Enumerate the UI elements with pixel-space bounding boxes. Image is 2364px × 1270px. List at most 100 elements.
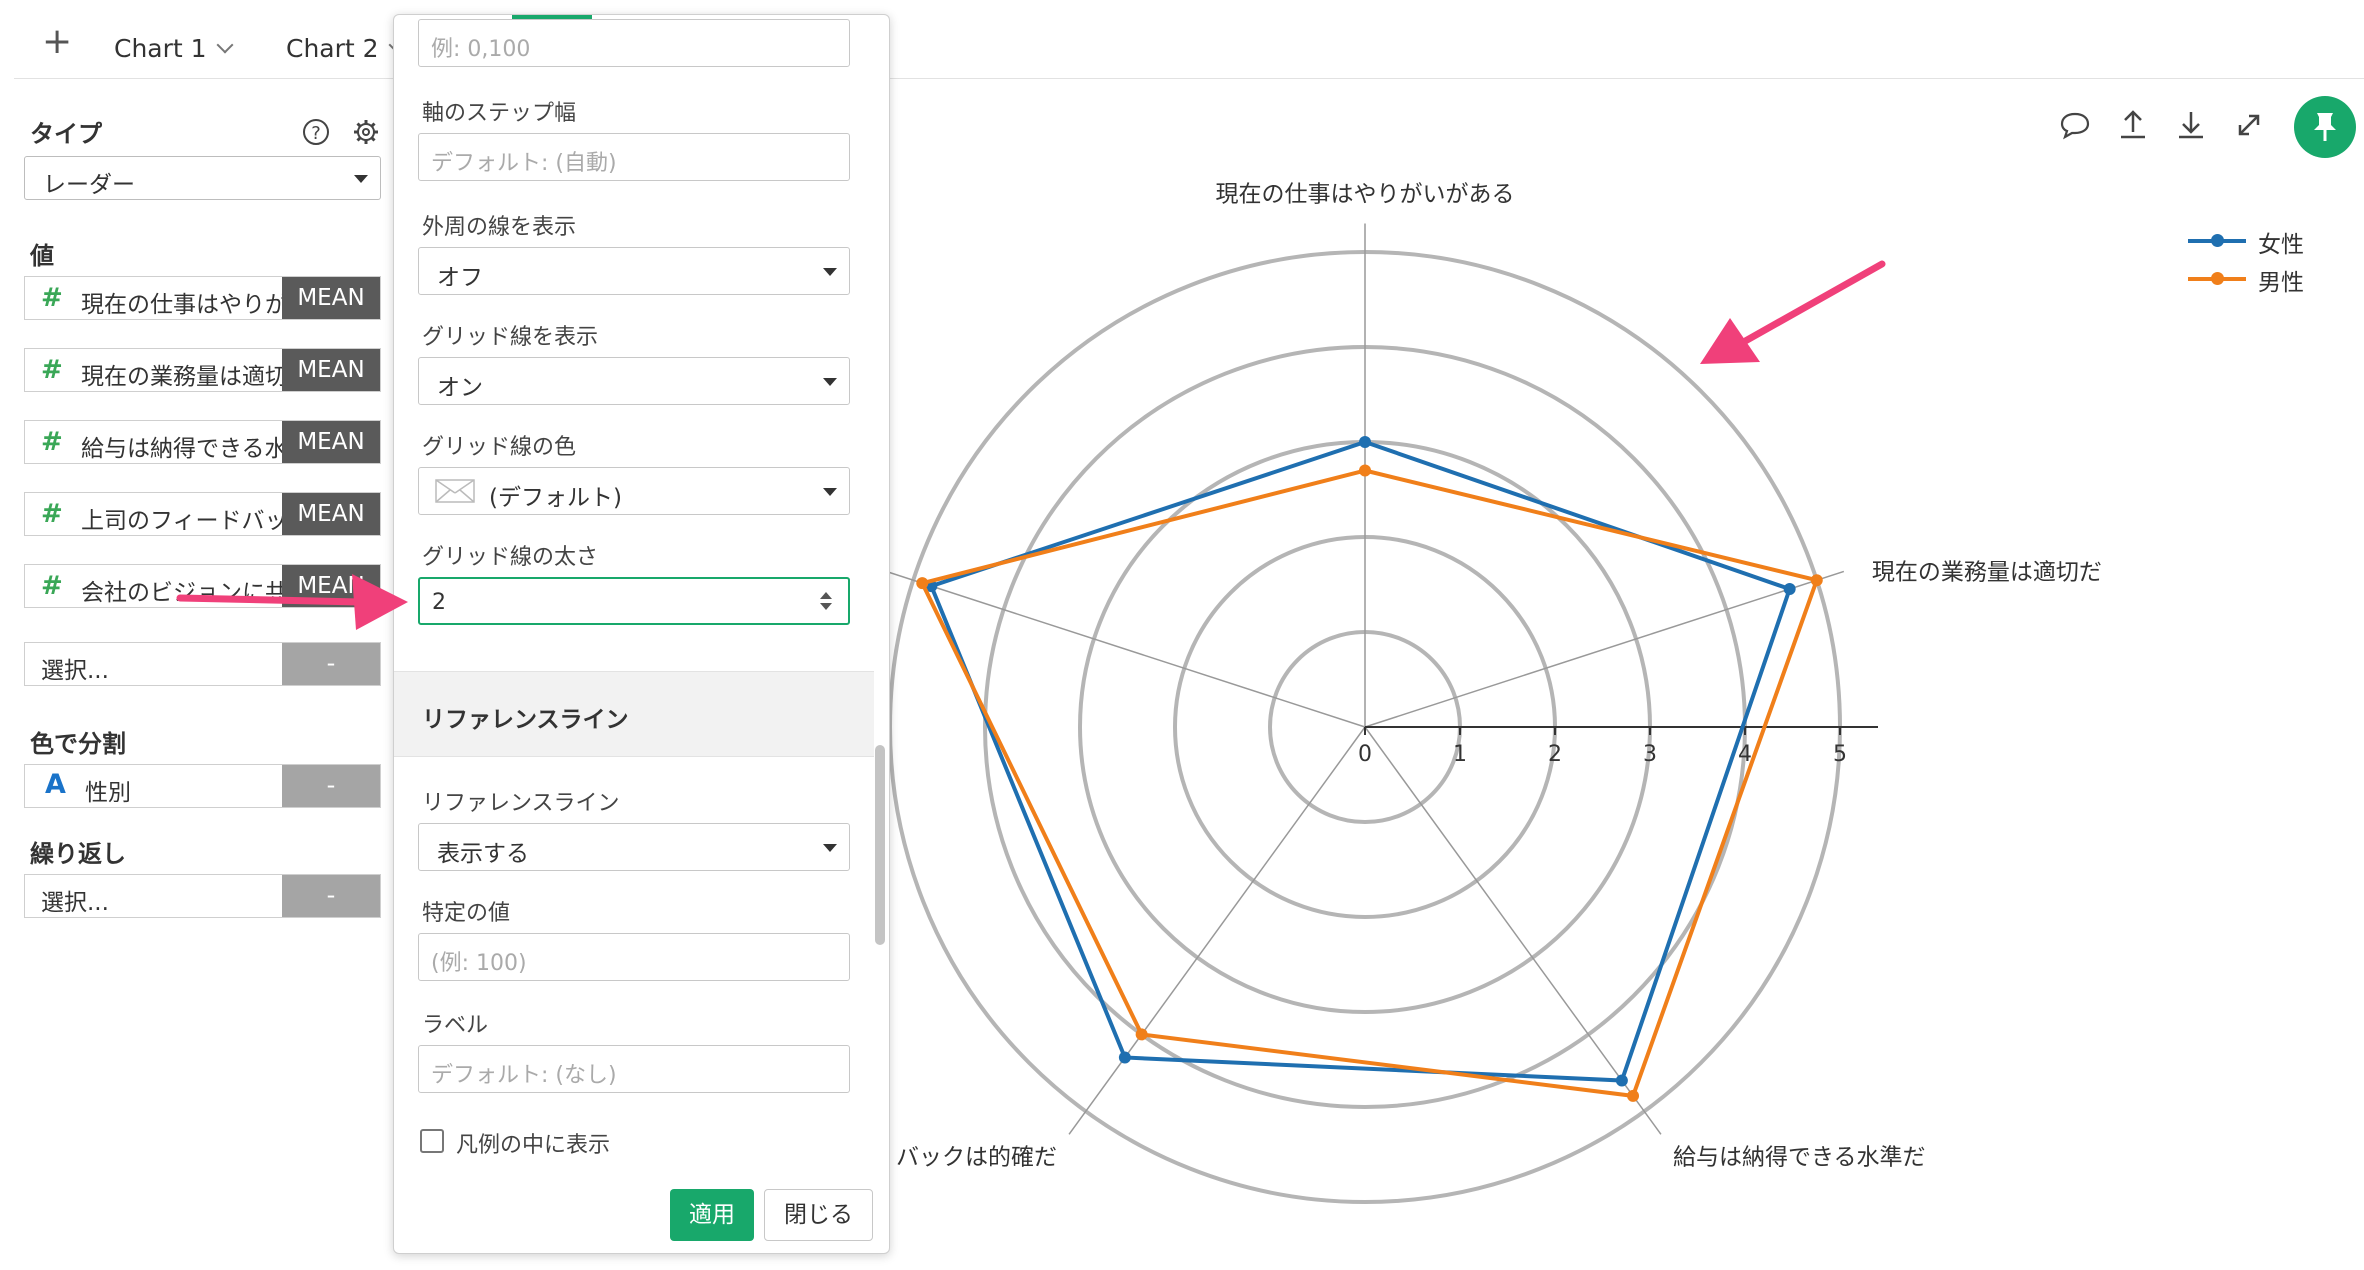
grid-show-select[interactable]: オン bbox=[418, 357, 850, 405]
data-point bbox=[1118, 1051, 1131, 1064]
tick-label: 3 bbox=[1643, 742, 1657, 767]
placeholder-text: 例: 0,100 bbox=[431, 37, 531, 62]
value-field-row[interactable]: # 上司のフィードバックは的確だ MEAN bbox=[24, 492, 381, 536]
legend-item-female[interactable]: 女性 bbox=[2188, 224, 2348, 262]
grid-width-label: グリッド線の太さ bbox=[422, 545, 599, 570]
aggregation-button[interactable]: MEAN bbox=[282, 277, 380, 319]
series-polygon bbox=[919, 468, 1820, 1099]
aggregation-button[interactable]: MEAN bbox=[282, 565, 380, 607]
chart-tab-bar: + Chart 1 Chart 2 bbox=[14, 0, 2364, 79]
comment-icon[interactable] bbox=[2058, 108, 2092, 142]
chart-config-panel: タイプ ? レーダー 値 # 現在の仕事はやりがいがある MEAN # bbox=[0, 80, 394, 1270]
ref-label-input[interactable]: デフォルト: (なし) bbox=[418, 1045, 850, 1093]
color-field-name: 性別 bbox=[85, 780, 131, 806]
data-point bbox=[916, 577, 929, 590]
aggregation-button[interactable]: MEAN bbox=[282, 349, 380, 391]
remove-button[interactable]: - bbox=[282, 875, 380, 917]
legend-label: 女性 bbox=[2258, 232, 2304, 258]
apply-button[interactable]: 適用 bbox=[670, 1189, 754, 1241]
value-field-row[interactable]: # 現在の業務量は適切だ MEAN bbox=[24, 348, 381, 392]
select-value: オン bbox=[437, 375, 483, 401]
data-point bbox=[1810, 574, 1823, 587]
tab-label: Chart 1 bbox=[114, 34, 207, 63]
refline-section-header: リファレンスライン bbox=[394, 671, 874, 757]
caret-down-icon bbox=[823, 378, 837, 386]
aggregation-button[interactable]: MEAN bbox=[282, 421, 380, 463]
tick-label: 1 bbox=[1453, 742, 1467, 767]
value-field-row[interactable]: # 給与は納得できる水準だ MEAN bbox=[24, 420, 381, 464]
select-placeholder: 選択... bbox=[41, 658, 109, 684]
repeat-select[interactable]: 選択... - bbox=[24, 874, 381, 918]
chart-type-select[interactable]: レーダー bbox=[24, 156, 381, 200]
specific-value-input[interactable]: (例: 100) bbox=[418, 933, 850, 981]
data-point bbox=[1359, 436, 1371, 448]
aggregation-button[interactable]: MEAN bbox=[282, 493, 380, 535]
plus-icon[interactable]: + bbox=[42, 24, 72, 60]
close-button[interactable]: 閉じる bbox=[764, 1189, 873, 1241]
value-field-row[interactable]: # 会社のビジョンに共感できる MEAN bbox=[24, 564, 381, 608]
pin-button[interactable] bbox=[2294, 96, 2356, 158]
color-field-row[interactable]: A 性別 - bbox=[24, 764, 381, 808]
axis-label: 現在の業務量は適切だ bbox=[1872, 559, 2102, 585]
gear-icon[interactable] bbox=[352, 118, 380, 146]
input-value: 2 bbox=[432, 590, 446, 615]
upload-icon[interactable] bbox=[2116, 108, 2150, 142]
tab-chart-2[interactable]: Chart 2 bbox=[286, 34, 406, 63]
refline-label: リファレンスライン bbox=[422, 791, 620, 816]
grid-color-label: グリッド線の色 bbox=[422, 435, 577, 460]
chevron-down-icon[interactable] bbox=[216, 36, 234, 54]
outer-line-select[interactable]: オフ bbox=[418, 247, 850, 295]
value-field-name: 現在の業務量は適切だ bbox=[81, 364, 311, 390]
axis-spoke bbox=[1364, 726, 1662, 1135]
data-point bbox=[1627, 1089, 1640, 1102]
remove-button[interactable]: - bbox=[282, 765, 380, 807]
select-placeholder: 選択... bbox=[41, 890, 109, 916]
tab-label: Chart 2 bbox=[286, 34, 379, 63]
app-window: 0 1 2 3 4 5 現在の仕事はやりがいがある 現在の業務量は適切だ 給与は納得できる水準だ… bbox=[0, 0, 2364, 1270]
value-field-name: 会社のビジョンに共感できる bbox=[81, 580, 311, 606]
value-add-select[interactable]: 選択... - bbox=[24, 642, 381, 686]
refline-select[interactable]: 表示する bbox=[418, 823, 850, 871]
number-type-icon: # bbox=[41, 499, 63, 529]
text-type-icon: A bbox=[45, 769, 66, 800]
color-section-label: 色で分割 bbox=[30, 730, 126, 758]
help-icon[interactable]: ? bbox=[302, 118, 330, 146]
popup-scrollbar[interactable] bbox=[875, 745, 885, 945]
axis-label: 現在の仕事はやりがいがある bbox=[1216, 182, 1515, 208]
legend-checkbox[interactable] bbox=[420, 1129, 444, 1153]
axis-label: 給与は納得できる水準だ bbox=[1673, 1144, 1926, 1170]
number-type-icon: # bbox=[41, 355, 63, 385]
placeholder-text: デフォルト: (自動) bbox=[431, 151, 617, 176]
legend-marker bbox=[2211, 272, 2224, 285]
axis-settings-popup: 例: 0,100 軸のステップ幅 デフォルト: (自動) 外周の線を表示 オフ … bbox=[393, 14, 890, 1254]
legend-checkbox-label: 凡例の中に表示 bbox=[456, 1133, 611, 1158]
legend-marker bbox=[2211, 234, 2224, 247]
value-field-row[interactable]: # 現在の仕事はやりがいがある MEAN bbox=[24, 276, 381, 320]
number-stepper-icon[interactable] bbox=[818, 589, 834, 613]
value-field-name: 給与は納得できる水準だ bbox=[81, 436, 311, 462]
select-value: オフ bbox=[437, 265, 483, 291]
type-section-label: タイプ bbox=[30, 120, 102, 148]
download-icon[interactable] bbox=[2174, 108, 2208, 142]
ref-label-label: ラベル bbox=[422, 1013, 489, 1038]
caret-down-icon bbox=[354, 175, 368, 183]
data-point bbox=[1783, 583, 1796, 596]
grid-show-label: グリッド線を表示 bbox=[422, 325, 599, 350]
remove-button[interactable]: - bbox=[282, 643, 380, 685]
chart-type-value: レーダー bbox=[43, 172, 135, 198]
caret-down-icon bbox=[823, 488, 837, 496]
placeholder-text: (例: 100) bbox=[431, 951, 527, 976]
axis-range-input[interactable]: 例: 0,100 bbox=[418, 19, 850, 67]
grid-width-input[interactable]: 2 bbox=[418, 577, 850, 625]
select-value: 表示する bbox=[437, 841, 529, 867]
tick-label: 5 bbox=[1833, 742, 1847, 767]
axis-label: バックは的確だ bbox=[896, 1144, 1057, 1170]
expand-icon[interactable] bbox=[2232, 108, 2266, 142]
grid-color-select[interactable]: (デフォルト) bbox=[418, 467, 850, 515]
number-type-icon: # bbox=[41, 427, 63, 457]
legend-item-male[interactable]: 男性 bbox=[2188, 262, 2348, 300]
tab-chart-1[interactable]: Chart 1 bbox=[114, 34, 234, 63]
step-input[interactable]: デフォルト: (自動) bbox=[418, 133, 850, 181]
values-section-label: 値 bbox=[30, 242, 54, 270]
section-title: リファレンスライン bbox=[422, 707, 629, 733]
